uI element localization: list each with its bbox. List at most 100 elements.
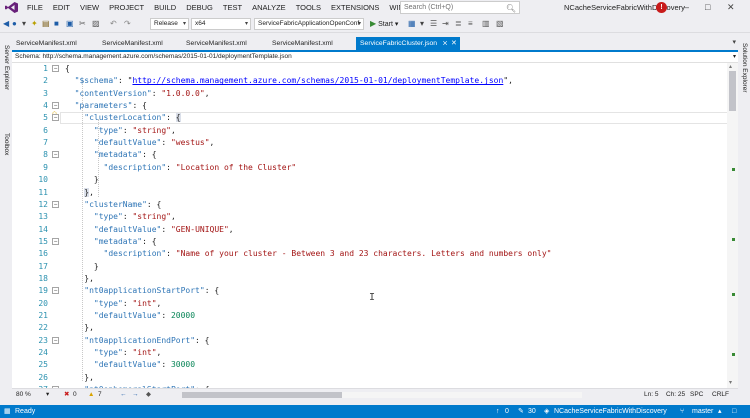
format-icon[interactable]: ☰	[430, 17, 437, 31]
uncomment-icon[interactable]: ≡	[468, 17, 473, 31]
new-project-icon[interactable]: ✦	[31, 17, 38, 31]
code-line[interactable]: 25 "defaultValue": 30000	[12, 359, 738, 371]
schema-bar[interactable]: Schema: http://schema.management.azure.c…	[12, 52, 738, 63]
attach-icon[interactable]: ▦	[408, 17, 416, 31]
notification-alert-icon[interactable]: !	[656, 2, 667, 13]
back-icon[interactable]: ◀	[3, 17, 9, 31]
fold-toggle-icon[interactable]: −	[52, 336, 59, 344]
pin-icon[interactable]: ⨯	[442, 40, 448, 47]
cut-icon[interactable]: ✂	[79, 17, 86, 31]
code-line[interactable]: 22 },	[12, 322, 738, 334]
code-line[interactable]: 1−{	[12, 63, 738, 75]
tab-close-icon[interactable]: ✕	[451, 40, 457, 47]
zoom-level[interactable]: 80 %	[16, 389, 31, 400]
scroll-down-icon[interactable]: ▾	[729, 379, 732, 386]
vertical-scrollbar[interactable]: ▴ ▾	[727, 63, 738, 388]
repository-name[interactable]: NCacheServiceFabricWithDiscovery	[554, 405, 667, 418]
code-line[interactable]: 9 "description": "Location of the Cluste…	[12, 162, 738, 174]
toolbox-tab[interactable]: Toolbox	[3, 133, 10, 155]
tabs-dropdown-icon[interactable]: ▾	[732, 38, 736, 46]
bookmark-prev-icon[interactable]: ▧	[496, 17, 504, 31]
warning-count[interactable]: 7	[98, 389, 102, 400]
save-icon[interactable]: ■	[54, 17, 59, 31]
code-line[interactable]: 14 "defaultValue": "GEN-UNIQUE",	[12, 224, 738, 236]
fold-toggle-icon[interactable]: −	[52, 287, 59, 295]
code-line[interactable]: 4− "parameters": {	[12, 100, 738, 112]
start-button[interactable]: ▶ Start ▾	[370, 17, 398, 31]
menu-test[interactable]: TEST	[218, 0, 247, 15]
server-explorer-tab[interactable]: Server Explorer	[3, 45, 10, 90]
code-line[interactable]: 19− "nt0applicationStartPort": {	[12, 285, 738, 297]
quick-launch-input[interactable]: Search (Ctrl+Q) 🔍︎	[400, 1, 520, 14]
code-line[interactable]: 12− "clusterName": {	[12, 199, 738, 211]
code-line[interactable]: 16 "description": "Name of your cluster …	[12, 248, 738, 260]
navigate-forward-icon[interactable]: →	[132, 389, 139, 400]
code-line[interactable]: 21 "defaultValue": 20000	[12, 310, 738, 322]
fold-toggle-icon[interactable]: −	[52, 65, 59, 72]
horizontal-scrollbar-thumb[interactable]	[182, 392, 342, 398]
code-line[interactable]: 3 "contentVersion": "1.0.0.0",	[12, 88, 738, 100]
menu-analyze[interactable]: ANALYZE	[247, 0, 291, 15]
menu-build[interactable]: BUILD	[149, 0, 181, 15]
fold-toggle-icon[interactable]: −	[52, 151, 59, 159]
code-line[interactable]: 8− "metadata": {	[12, 149, 738, 161]
solution-explorer-tab[interactable]: Solution Explorer	[741, 43, 748, 93]
open-folder-icon[interactable]: ▤	[42, 17, 50, 31]
bookmark-icon[interactable]: ▥	[482, 17, 490, 31]
save-all-icon[interactable]: ▣	[66, 17, 74, 31]
dropdown-icon[interactable]: ▾	[22, 17, 26, 31]
code-line[interactable]: 20 "type": "int",	[12, 298, 738, 310]
menu-tools[interactable]: TOOLS	[291, 0, 326, 15]
code-token[interactable]: http://schema.management.azure.com/schem…	[132, 76, 503, 85]
pending-changes-count[interactable]: 30	[528, 405, 536, 418]
menu-project[interactable]: PROJECT	[104, 0, 149, 15]
code-line[interactable]: 10 }	[12, 174, 738, 186]
error-count[interactable]: 0	[73, 389, 77, 400]
menu-file[interactable]: FILE	[22, 0, 48, 15]
startup-project-select[interactable]: ServiceFabricApplicationOpenConf ▾	[254, 18, 364, 30]
code-line[interactable]: 24 "type": "int",	[12, 347, 738, 359]
code-line[interactable]: 23− "nt0applicationEndPort": {	[12, 335, 738, 347]
unpushed-count[interactable]: 0	[505, 405, 509, 418]
indent-icon[interactable]: ⇥	[442, 17, 449, 31]
search-icon[interactable]: 🔍︎	[506, 3, 516, 14]
menu-edit[interactable]: EDIT	[48, 0, 75, 15]
fold-toggle-icon[interactable]: −	[52, 114, 59, 122]
code-line[interactable]: 17 }	[12, 261, 738, 273]
fold-toggle-icon[interactable]: −	[52, 237, 59, 245]
scroll-up-icon[interactable]: ▴	[729, 63, 732, 70]
code-line[interactable]: 13 "type": "string",	[12, 211, 738, 223]
tree-icon[interactable]: ◆	[146, 389, 151, 400]
paste-icon[interactable]: ▨	[92, 17, 100, 31]
fold-toggle-icon[interactable]: −	[52, 200, 59, 208]
forward-icon[interactable]: ●	[12, 17, 17, 31]
code-line[interactable]: 5− "clusterLocation": {	[12, 112, 738, 124]
maximize-icon[interactable]: □	[705, 0, 710, 15]
tab-servicemanifest-xml[interactable]: ServiceManifest.xml	[268, 37, 352, 51]
menu-view[interactable]: VIEW	[75, 0, 104, 15]
dropdown-icon[interactable]: ▾	[420, 17, 424, 31]
notifications-icon[interactable]: □	[732, 405, 736, 418]
scrollbar-thumb[interactable]	[729, 71, 736, 111]
code-editor[interactable]: 💡︎ I 1−{2 "$schema": "http://schema.mana…	[12, 63, 738, 388]
menu-extensions[interactable]: EXTENSIONS	[326, 0, 384, 15]
code-line[interactable]: 15− "metadata": {	[12, 236, 738, 248]
code-line[interactable]: 11 },	[12, 187, 738, 199]
fold-toggle-icon[interactable]: −	[52, 102, 59, 110]
tab-servicefabriccluster-json[interactable]: ServiceFabricCluster.json ⨯ ✕	[356, 37, 460, 51]
comment-icon[interactable]: ≣	[455, 17, 462, 31]
platform-select[interactable]: x64 ▾	[191, 18, 251, 30]
code-line[interactable]: 7 "defaultValue": "westus",	[12, 137, 738, 149]
tab-servicemanifest-xml[interactable]: ServiceManifest.xml	[182, 37, 264, 51]
navigate-back-icon[interactable]: ←	[120, 389, 127, 400]
tab-servicemanifest-xml[interactable]: ServiceManifest.xml	[98, 37, 180, 51]
branch-name[interactable]: master	[692, 405, 713, 418]
tab-servicemanifest-xml[interactable]: ServiceManifest.xml	[12, 37, 94, 51]
code-line[interactable]: 6 "type": "string",	[12, 125, 738, 137]
code-line[interactable]: 26 },	[12, 372, 738, 384]
close-icon[interactable]: ✕	[727, 0, 735, 15]
redo-icon[interactable]: ↷	[124, 17, 131, 31]
code-line[interactable]: 2 "$schema": "http://schema.management.a…	[12, 75, 738, 87]
horizontal-scrollbar[interactable]	[182, 392, 582, 398]
chevron-down-icon[interactable]: ▾	[46, 389, 49, 400]
